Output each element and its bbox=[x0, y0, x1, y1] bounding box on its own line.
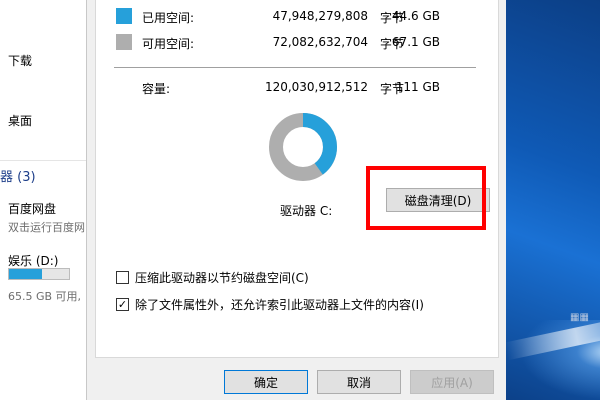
ok-button[interactable]: 确定 bbox=[224, 370, 308, 394]
free-space-gb: 67.1 GB bbox=[391, 35, 440, 49]
capacity-bytes: 120,030,912,512 bbox=[264, 80, 368, 94]
drive-d-free-text: 65.5 GB 可用, bbox=[8, 290, 82, 303]
drive-label: 驱动器 C: bbox=[280, 204, 333, 218]
compress-drive-checkbox[interactable] bbox=[116, 270, 129, 284]
used-space-swatch bbox=[116, 8, 132, 24]
drive-baidu-name[interactable]: 百度网盘 bbox=[8, 200, 56, 217]
index-contents-checkbox[interactable]: ✓ bbox=[116, 297, 129, 311]
index-contents-option[interactable]: ✓ 除了文件属性外，还允许索引此驱动器上文件的内容(I) bbox=[116, 295, 424, 313]
drive-d-name[interactable]: 娱乐 (D:) bbox=[8, 252, 58, 269]
compress-drive-option[interactable]: 压缩此驱动器以节约磁盘空间(C) bbox=[116, 268, 309, 286]
free-space-swatch bbox=[116, 34, 132, 50]
used-space-row: 已用空间: 47,948,279,808 字节 44.6 GB bbox=[96, 7, 498, 27]
capacity-row: 容量: 120,030,912,512 字节 111 GB bbox=[96, 78, 498, 98]
grid-icon: ▦▦ bbox=[570, 312, 589, 323]
used-space-bytes: 47,948,279,808 bbox=[272, 9, 368, 23]
nav-item-desktop[interactable]: 桌面 bbox=[8, 112, 32, 129]
divider bbox=[0, 160, 86, 161]
devices-section-header[interactable]: 器 (3) bbox=[0, 166, 36, 185]
free-space-bytes: 72,082,632,704 bbox=[272, 35, 368, 49]
drive-d-usage-bar bbox=[8, 268, 70, 280]
compress-drive-label[interactable]: 压缩此驱动器以节约磁盘空间(C) bbox=[135, 269, 309, 286]
used-space-gb: 44.6 GB bbox=[391, 9, 440, 23]
separator bbox=[114, 67, 476, 68]
drive-baidu-subtitle: 双击运行百度网 bbox=[8, 221, 85, 234]
free-space-row: 可用空间: 72,082,632,704 字节 67.1 GB bbox=[96, 33, 498, 53]
capacity-label: 容量: bbox=[142, 82, 171, 96]
index-contents-label[interactable]: 除了文件属性外，还允许索引此驱动器上文件的内容(I) bbox=[135, 296, 424, 313]
drive-d-usage-fill bbox=[9, 269, 42, 279]
disk-usage-donut-chart bbox=[269, 113, 337, 181]
red-highlight-annotation bbox=[366, 166, 486, 230]
file-explorer-window: 下载 桌面 器 (3) 百度网盘 双击运行百度网 娱乐 (D:) 65.5 GB… bbox=[0, 0, 86, 400]
used-space-label: 已用空间: bbox=[142, 11, 195, 25]
cancel-button[interactable]: 取消 bbox=[317, 370, 401, 394]
free-space-label: 可用空间: bbox=[142, 37, 195, 51]
nav-item-downloads[interactable]: 下载 bbox=[8, 52, 32, 69]
capacity-gb: 111 GB bbox=[395, 80, 440, 94]
apply-button[interactable]: 应用(A) bbox=[410, 370, 494, 394]
